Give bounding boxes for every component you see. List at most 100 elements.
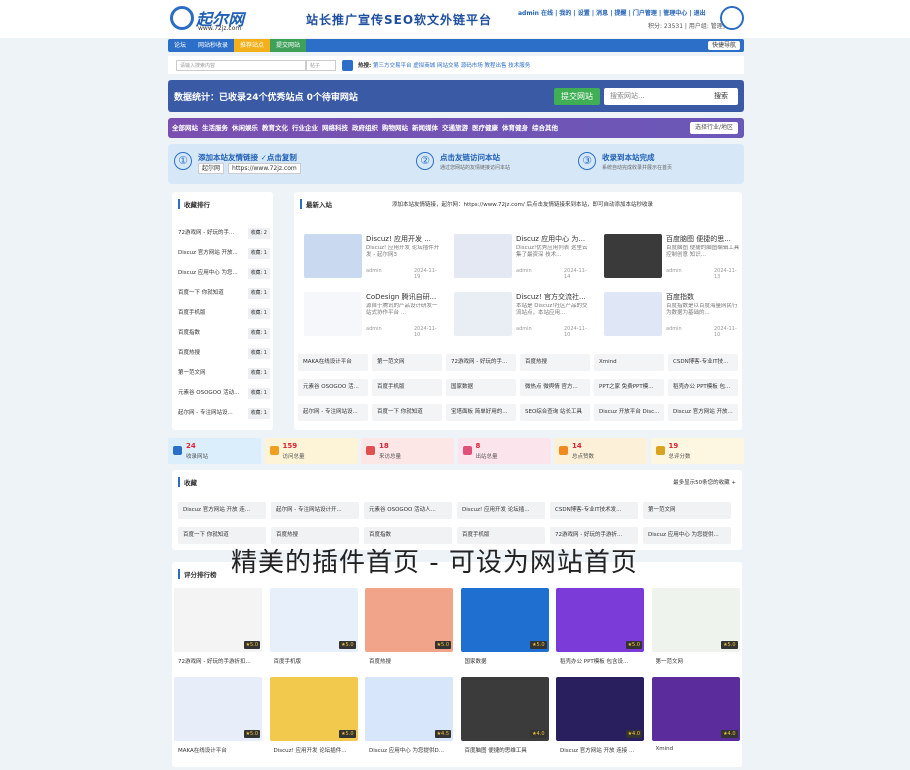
rank-row[interactable]: 百度指数 收藏: 1 (178, 326, 270, 341)
score-rank-panel: 评分排行榜 ★5.0 72游戏网 - 好玩的手游折扣... ★5.0 百度手机版 ★5.… (172, 562, 742, 767)
fav-tag[interactable]: Discuz 官方网站 开放 连... (178, 502, 266, 519)
rank-row[interactable]: 元素谷 OSOGOO 活动... 收藏: 1 (178, 386, 270, 401)
submit-site-button[interactable]: 提交网站 (554, 88, 600, 105)
site-tag[interactable]: 72游戏网 - 好玩的手... (446, 354, 516, 371)
tile-name: Discuz 官方网站 开放 连接 ... (560, 748, 635, 754)
kpi-icon (655, 446, 665, 455)
score-tile[interactable]: ★4.0 Discuz 官方网站 开放 连接 ... (556, 651, 644, 754)
rank-row[interactable]: 72游戏网 - 好玩的手... 收藏: 2 (178, 226, 270, 241)
category-5[interactable]: 网络科技 (318, 118, 348, 138)
site-search-input[interactable]: 搜索网站... 搜索 (604, 88, 738, 105)
nav-forum[interactable]: 论坛 (168, 39, 192, 52)
category-3[interactable]: 教育文化 (258, 118, 288, 138)
steps-guide: ① 添加本站友情链接 ✓点击复制 起尔网 https://www.72jz.com… (168, 144, 744, 184)
nav-submit[interactable]: 提交网站 (270, 39, 307, 52)
panel-title: 收藏排行 (178, 199, 210, 209)
fast-nav-button[interactable]: 快捷导航 (707, 41, 740, 50)
category-12[interactable]: 综合其他 (528, 118, 558, 138)
star-badge: ★5.0 (243, 730, 260, 738)
category-bar: 全部网站 生活服务 休闲娱乐 教育文化 行业企业 网络科技 政府组织 购物网站 新闻媒体 交通旅游… (168, 118, 744, 138)
fav-more[interactable]: 最多显示50条您的收藏 + (673, 478, 736, 486)
site-card[interactable]: Discuz 应用中心 为... Discuz!优秀应用列表 这里云集了最资深 技… (448, 230, 592, 282)
category-7[interactable]: 购物网站 (378, 118, 408, 138)
search-type-select[interactable]: 帖子 (306, 60, 336, 71)
category-8[interactable]: 新闻媒体 (408, 118, 438, 138)
card-desc: Discuz! 应用开发 论坛插件开发 - 起尔网3 (366, 245, 440, 258)
score-tile[interactable]: ★5.0 第一范文网 (651, 562, 740, 665)
site-tag[interactable]: 起尔网 - 专注网站设... (298, 404, 368, 421)
site-tag[interactable]: MAKA在线设计平台 (298, 354, 368, 371)
fav-tag[interactable]: 元素谷 OSOGOO 活动人... (364, 502, 452, 519)
kpi-icon (462, 446, 472, 455)
rank-row[interactable]: 百度热搜 收藏: 1 (178, 346, 270, 361)
site-logo[interactable]: 起尔网 www.72jz.com (170, 4, 250, 34)
card-author: admin (366, 326, 382, 332)
site-tag[interactable]: 稻壳办公 PPT模板 包... (668, 379, 738, 396)
score-tile[interactable]: ★5.0 Discuz! 应用开发 论坛插件... (269, 651, 358, 754)
site-tag[interactable]: CSDN博客-专业IT技... (668, 354, 738, 371)
category-10[interactable]: 医疗健康 (468, 118, 498, 138)
industry-select[interactable]: 选择行业/地区 (689, 122, 738, 134)
site-tag[interactable]: Discuz 官方网站 开放... (668, 404, 738, 421)
fav-tag[interactable]: Discuz! 应用开发 论坛插... (457, 502, 545, 519)
hot-search[interactable]: 热搜: 第三方交易平台 虚拟商城 网站交易 源码市场 教程出售 技术服务 (358, 61, 530, 69)
category-0[interactable]: 全部网站 (168, 118, 198, 138)
category-6[interactable]: 政府组织 (348, 118, 378, 138)
site-card[interactable]: 百度指数 百度指数是以百度海量网民行为数据为基础的... admin 2024-11-… (598, 288, 742, 340)
rank-count: 收藏: 1 (247, 308, 270, 319)
nav-recommend[interactable]: 推荐站点 (234, 39, 271, 52)
site-tag[interactable]: 微热点 微舆情 官方... (520, 379, 590, 396)
kpi-card: 19 总评分数 (650, 438, 744, 464)
site-tag[interactable]: 第一范文网 (372, 354, 442, 371)
score-tile[interactable]: ★5.0 MAKA在线设计平台 (174, 651, 262, 754)
star-badge: ★5.0 (530, 641, 547, 649)
site-card[interactable]: CoDesign 腾讯自研... 源自于腾讯的产品设计研发一站式协作平台 ... a… (298, 288, 442, 340)
site-tag[interactable]: 宝塔面板 简单好用的... (446, 404, 516, 421)
site-tag[interactable]: 元素谷 OSOGOO 活... (298, 379, 368, 396)
search-icon[interactable] (342, 60, 353, 71)
card-date: 2024-11-10 (414, 326, 437, 338)
fav-tag[interactable]: Discuz 应用中心 为您提供... (643, 527, 731, 544)
search-input[interactable]: 请输入搜索内容 (176, 60, 306, 71)
category-11[interactable]: 体育健身 (498, 118, 528, 138)
rank-count: 收藏: 1 (247, 288, 270, 299)
site-search-button[interactable]: 搜索 (714, 88, 728, 105)
nav-fast-index[interactable]: 网站秒收录 (192, 39, 234, 52)
rank-row[interactable]: 第一范文网 收藏: 1 (178, 366, 270, 381)
fav-tag[interactable]: CSDN博客-专业IT技术发... (550, 502, 638, 519)
star-badge: ★4.0 (530, 730, 547, 738)
notice-text: 添加本站友情链接，起尔网：https://www.72jz.com/ 后点击友情… (392, 202, 653, 208)
site-tag[interactable]: PPT之家 免费PPT模... (594, 379, 664, 396)
category-2[interactable]: 休闲娱乐 (228, 118, 258, 138)
score-tile[interactable]: ★4.0 百度脑图 便捷的思维工具 (460, 651, 549, 754)
site-tag[interactable]: 国家数据 (446, 379, 516, 396)
site-tag[interactable]: Xmind (594, 354, 664, 371)
favorites-panel: 收藏 最多显示50条您的收藏 + Discuz 官方网站 开放 连... 起尔网 … (172, 470, 742, 550)
fav-tag[interactable]: 起尔网 - 专注网站设计开... (271, 502, 359, 519)
category-1[interactable]: 生活服务 (198, 118, 228, 138)
site-card[interactable]: 百度脑图 便捷的思... 百度脑图 便捷的脑图编辑工具 控制创意 知识... adm… (598, 230, 742, 282)
card-date: 2024-11-13 (714, 268, 737, 280)
tile-name: 百度脑图 便捷的思维工具 (464, 748, 527, 754)
site-tag[interactable]: 百度热搜 (520, 354, 590, 371)
category-9[interactable]: 交通旅游 (438, 118, 468, 138)
rank-row[interactable]: 起尔网 - 专注网站设... 收藏: 1 (178, 406, 270, 421)
rank-row[interactable]: 百度手机版 收藏: 1 (178, 306, 270, 321)
site-tag[interactable]: 百度手机版 (372, 379, 442, 396)
rank-row[interactable]: 百度一下 你就知道 收藏: 1 (178, 286, 270, 301)
fav-tag[interactable]: 第一范文网 (643, 502, 731, 519)
site-tag[interactable]: 百度一下 你就知道 (372, 404, 442, 421)
avatar[interactable] (720, 6, 744, 30)
score-tile[interactable]: ★4.5 Discuz 应用中心 为您提供D... (365, 651, 453, 754)
site-tag[interactable]: Discuz 开放平台 Disc... (594, 404, 664, 421)
rank-row[interactable]: Discuz 应用中心 为您... 收藏: 1 (178, 266, 270, 281)
rank-row[interactable]: Discuz 官方网站 开放... 收藏: 1 (178, 246, 270, 261)
site-tag[interactable]: SEO综合查询 站长工具 (520, 404, 590, 421)
site-card[interactable]: Discuz! 应用开发 ... Discuz! 应用开发 论坛插件开发 - 起尔… (298, 230, 442, 282)
score-tile[interactable]: ★4.0 Xmind (651, 651, 740, 752)
site-card[interactable]: Discuz! 官方交流社... 本站是 Discuz!社区产品的交流站点，本站应… (448, 288, 592, 340)
category-4[interactable]: 行业企业 (288, 118, 318, 138)
user-menu[interactable]: admin 在线 | 我的 | 设置 | 消息 | 提醒 | 门户管理 | 管理… (518, 8, 706, 17)
logo-ring-icon (170, 6, 194, 30)
card-title: 百度指数 (666, 293, 694, 301)
